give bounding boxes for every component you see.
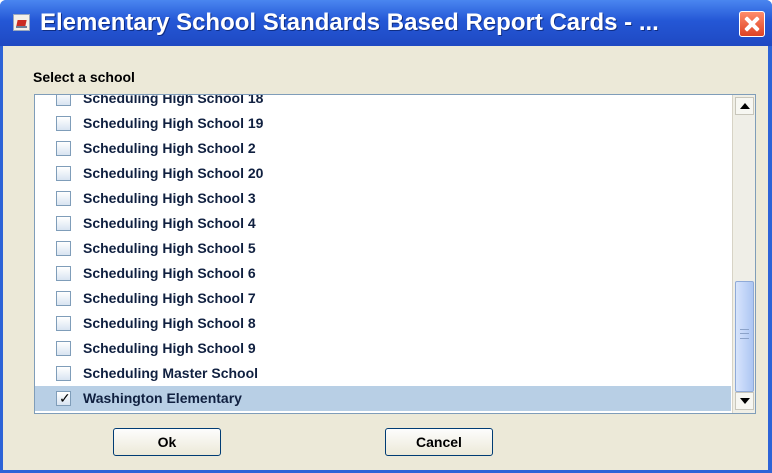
ok-button[interactable]: Ok: [113, 428, 221, 456]
check-icon: ✓: [59, 390, 71, 406]
school-checkbox[interactable]: [56, 191, 71, 206]
school-checkbox[interactable]: [56, 316, 71, 331]
arrow-down-icon: [740, 398, 750, 404]
school-checkbox[interactable]: [56, 116, 71, 131]
school-label: Scheduling High School 5: [83, 240, 256, 256]
school-label: Washington Elementary: [83, 390, 242, 406]
school-checkbox[interactable]: [56, 216, 71, 231]
vertical-scrollbar[interactable]: [732, 95, 755, 413]
title-bar[interactable]: Elementary School Standards Based Report…: [0, 0, 772, 46]
select-school-heading: Select a school: [33, 69, 135, 85]
grip-icon: [740, 329, 749, 339]
school-row[interactable]: Scheduling High School 5: [35, 236, 731, 261]
school-list[interactable]: Scheduling High School 18 Scheduling Hig…: [34, 94, 756, 414]
school-checkbox[interactable]: [56, 266, 71, 281]
school-label: Scheduling High School 2: [83, 140, 256, 156]
school-label: Scheduling High School 4: [83, 215, 256, 231]
school-label: Scheduling High School 18: [83, 94, 264, 106]
dialog-window: Elementary School Standards Based Report…: [0, 0, 772, 473]
school-row[interactable]: Scheduling Master School: [35, 361, 731, 386]
school-checkbox[interactable]: [56, 291, 71, 306]
school-row-selected[interactable]: ✓ Washington Elementary: [35, 386, 731, 411]
school-label: Scheduling High School 20: [83, 165, 264, 181]
school-checkbox[interactable]: [56, 166, 71, 181]
cancel-button[interactable]: Cancel: [385, 428, 493, 456]
school-row[interactable]: Scheduling High School 6: [35, 261, 731, 286]
school-label: Scheduling High School 6: [83, 265, 256, 281]
school-row[interactable]: Scheduling High School 4: [35, 211, 731, 236]
close-button[interactable]: [739, 11, 765, 37]
school-rows: Scheduling High School 18 Scheduling Hig…: [35, 94, 731, 411]
dialog-body: Select a school Scheduling High School 1…: [3, 46, 768, 470]
school-checkbox-checked[interactable]: ✓: [56, 390, 71, 406]
school-checkbox[interactable]: [56, 341, 71, 356]
school-row[interactable]: Scheduling High School 2: [35, 136, 731, 161]
school-row[interactable]: Scheduling High School 3: [35, 186, 731, 211]
school-checkbox[interactable]: [56, 366, 71, 381]
school-row[interactable]: Scheduling High School 7: [35, 286, 731, 311]
school-label: Scheduling High School 3: [83, 190, 256, 206]
scroll-up-button[interactable]: [735, 97, 754, 115]
school-checkbox[interactable]: [56, 95, 71, 106]
scroll-down-button[interactable]: [735, 392, 754, 410]
scroll-thumb[interactable]: [735, 281, 754, 392]
window-title: Elementary School Standards Based Report…: [40, 9, 659, 36]
app-icon: [13, 14, 30, 31]
school-label: Scheduling High School 7: [83, 290, 256, 306]
school-label: Scheduling High School 9: [83, 340, 256, 356]
school-label: Scheduling High School 19: [83, 115, 264, 131]
school-row[interactable]: Scheduling High School 8: [35, 311, 731, 336]
school-row[interactable]: Scheduling High School 19: [35, 111, 731, 136]
school-checkbox[interactable]: [56, 241, 71, 256]
school-row[interactable]: Scheduling High School 18: [35, 94, 731, 111]
school-label: Scheduling Master School: [83, 365, 259, 381]
school-label: Scheduling High School 8: [83, 315, 256, 331]
close-icon: [740, 12, 764, 36]
school-checkbox[interactable]: [56, 141, 71, 156]
school-row[interactable]: Scheduling High School 9: [35, 336, 731, 361]
arrow-up-icon: [740, 103, 750, 109]
school-row[interactable]: Scheduling High School 20: [35, 161, 731, 186]
